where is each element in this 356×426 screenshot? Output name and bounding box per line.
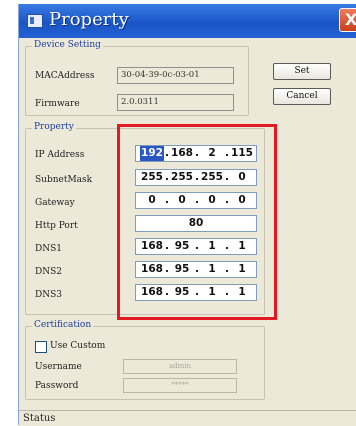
highlight-annotation-box bbox=[117, 124, 277, 320]
close-button[interactable]: X bbox=[339, 8, 356, 32]
mac-address-value: 30-04-39-0c-03-01 bbox=[117, 67, 234, 84]
firmware-label: Firmware bbox=[35, 99, 80, 109]
ip-address-label: IP Address bbox=[35, 150, 85, 160]
use-custom-label: Use Custom bbox=[50, 341, 106, 351]
subnet-mask-label: SubnetMask bbox=[35, 175, 93, 185]
property-title: Property bbox=[32, 122, 76, 132]
window-icon bbox=[27, 14, 43, 28]
title-bar[interactable]: Property X bbox=[19, 4, 356, 38]
gateway-label: Gateway bbox=[35, 198, 75, 208]
dns2-label: DNS2 bbox=[35, 267, 62, 277]
property-window: Property X Device Setting MACAddress 30-… bbox=[18, 4, 356, 426]
password-label: Password bbox=[35, 381, 79, 391]
http-port-label: Http Port bbox=[35, 221, 78, 231]
dns3-label: DNS3 bbox=[35, 290, 62, 300]
status-text: Status bbox=[23, 413, 56, 424]
mac-address-label: MACAddress bbox=[35, 71, 95, 81]
certification-title: Certification bbox=[32, 320, 94, 330]
window-title: Property bbox=[49, 9, 129, 30]
status-bar: Status bbox=[19, 410, 356, 426]
username-field[interactable]: admin bbox=[123, 359, 237, 374]
password-field[interactable]: ***** bbox=[123, 378, 237, 393]
set-button[interactable]: Set bbox=[273, 63, 331, 80]
use-custom-checkbox[interactable] bbox=[35, 341, 47, 353]
username-label: Username bbox=[35, 362, 82, 372]
device-setting-title: Device Setting bbox=[32, 40, 103, 50]
dns1-label: DNS1 bbox=[35, 244, 62, 254]
cancel-button[interactable]: Cancel bbox=[273, 88, 331, 105]
firmware-value: 2.0.0311 bbox=[117, 94, 234, 111]
